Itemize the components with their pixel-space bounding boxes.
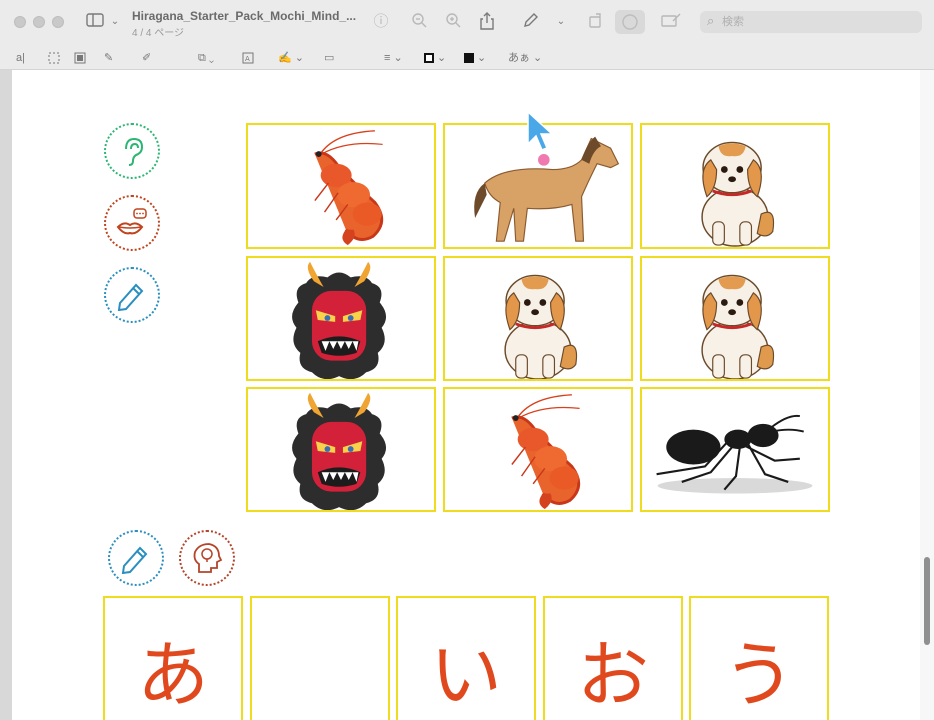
picture-card-oni-mask (246, 387, 436, 512)
chevron-down-icon[interactable]: ⌄ (104, 12, 126, 32)
pencil-icon (104, 267, 160, 323)
kana-box: あ (103, 596, 243, 720)
picture-card-dog (640, 256, 830, 381)
draw-icon[interactable]: ✐ (142, 49, 151, 67)
close-window-button[interactable] (14, 16, 26, 28)
vertical-scrollbar[interactable] (920, 70, 934, 720)
picture-card-ant (640, 387, 830, 512)
sign-icon[interactable]: ✍ ⌄ (278, 49, 304, 67)
zoom-in-icon[interactable] (442, 12, 464, 32)
document-title: Hiragana_Starter_Pack_Mochi_Mind_... (132, 9, 357, 23)
title-bar: ⌄ Hiragana_Starter_Pack_Mochi_Mind_... 4… (0, 0, 934, 46)
markup-toolbar: a| ✎ ✐ ⧉ ⌄ A ✍ ⌄ ▭ ≡ ⌄ ⌄ ⌄ あぁ ⌄ (0, 46, 934, 70)
pencil-icon (108, 530, 164, 586)
sidebar-edge (0, 70, 12, 720)
info-icon[interactable]: ⓘ (370, 12, 392, 32)
text-style-label: あぁ (508, 52, 530, 64)
minimize-window-button[interactable] (33, 16, 45, 28)
kana-box: い (396, 596, 536, 720)
redact-icon[interactable] (74, 49, 86, 67)
zoom-window-button[interactable] (52, 16, 64, 28)
text-selection-icon[interactable]: a| (16, 49, 25, 67)
markup-toggle-button[interactable] (615, 10, 645, 34)
kana-character: い (429, 633, 502, 717)
markup-pen-icon[interactable] (520, 12, 542, 32)
text-style-button[interactable]: あぁ ⌄ (508, 49, 542, 67)
border-color-icon[interactable]: ⌄ (424, 49, 446, 67)
zoom-out-icon[interactable] (408, 12, 430, 32)
svg-text:A: A (245, 55, 250, 63)
search-input[interactable] (722, 14, 912, 30)
sidebar-toggle-icon[interactable] (84, 12, 106, 32)
search-icon: ⌕ (707, 13, 715, 28)
search-field[interactable]: ⌕ (700, 11, 922, 33)
kana-character: う (722, 633, 795, 717)
share-icon[interactable] (476, 12, 498, 32)
lightbulb-head-icon (179, 530, 235, 586)
rect-selection-icon[interactable] (48, 49, 60, 67)
fill-color-icon[interactable]: ⌄ (464, 49, 486, 67)
mouse-pointer-icon (527, 110, 554, 151)
picture-card-dog (640, 123, 830, 249)
picture-card-shrimp (443, 387, 633, 512)
note-icon[interactable]: ▭ (324, 49, 334, 67)
chevron-down-icon[interactable]: ⌄ (550, 12, 572, 32)
picture-card-oni-mask (246, 256, 436, 381)
lips-speech-icon (104, 195, 160, 251)
picture-card-shrimp (246, 123, 436, 249)
kana-character: お (576, 633, 649, 717)
fill-form-icon[interactable] (660, 12, 682, 32)
line-style-icon[interactable]: ≡ ⌄ (384, 49, 403, 67)
kana-box-empty (250, 596, 390, 720)
preview-window: ⌄ Hiragana_Starter_Pack_Mochi_Mind_... 4… (0, 0, 934, 720)
picture-card-dog (443, 256, 633, 381)
text-box-icon[interactable]: A (242, 49, 254, 67)
shapes-icon[interactable]: ⧉ ⌄ (198, 49, 214, 67)
scrollbar-thumb[interactable] (924, 557, 930, 645)
kana-box: お (543, 596, 683, 720)
ear-icon (104, 123, 160, 179)
rotate-icon[interactable] (584, 12, 606, 32)
kana-box: う (689, 596, 829, 720)
page-indicator: 4 / 4 ページ (132, 28, 185, 39)
kana-character: あ (136, 633, 209, 717)
sketch-icon[interactable]: ✎ (104, 49, 113, 67)
